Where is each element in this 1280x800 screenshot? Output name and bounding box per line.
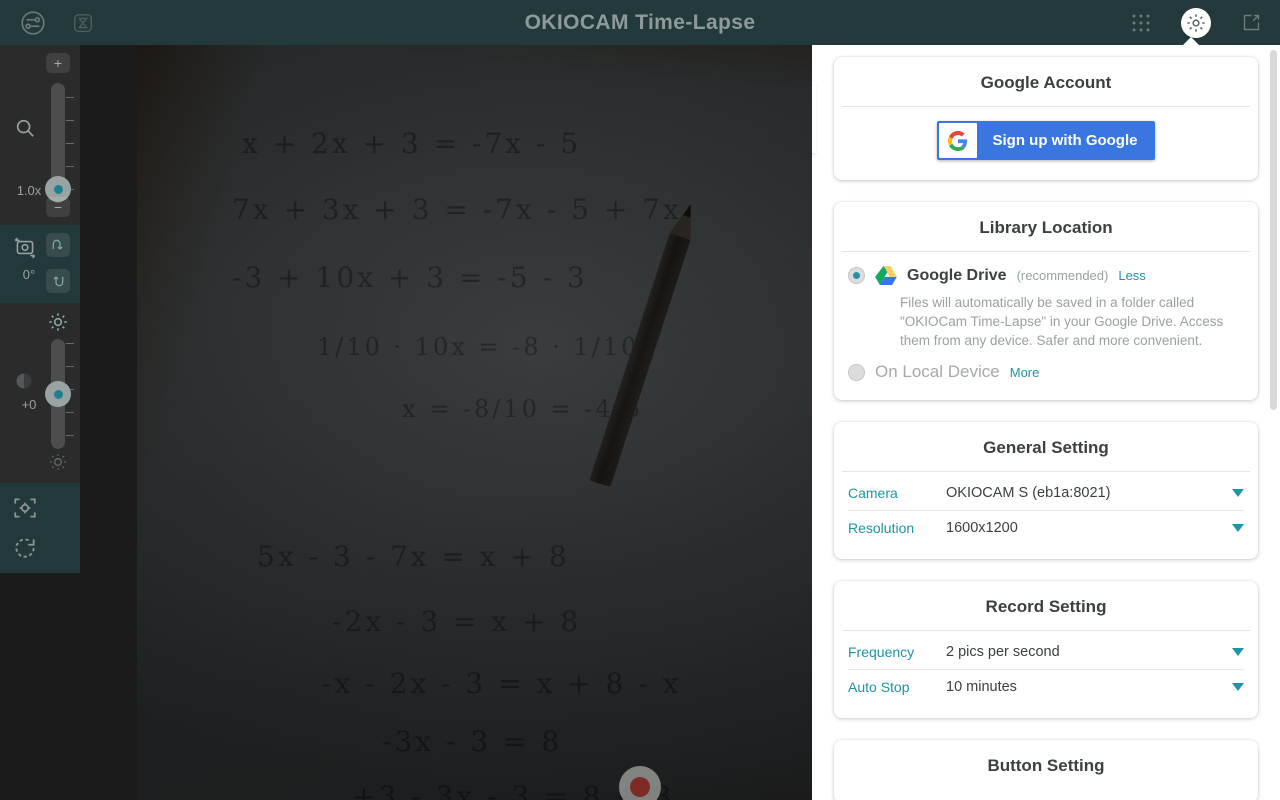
chevron-down-icon[interactable] xyxy=(1232,648,1244,657)
handwriting-line: -x - 2x - 3 = x + 8 - x xyxy=(322,667,682,700)
sun-bright-icon[interactable] xyxy=(46,309,70,335)
handwriting-line: x + 2x + 3 = -7x - 5 xyxy=(242,127,582,160)
general-setting-card: General Setting Camera OKIOCAM S (eb1a:8… xyxy=(834,422,1258,560)
library-option-less-link[interactable]: Less xyxy=(1118,268,1145,283)
handwriting-line: -3 + 10x + 3 = -5 - 3 xyxy=(232,261,588,294)
setting-value: 2 pics per second xyxy=(946,644,1060,661)
app-header: OKIOCAM Time-Lapse xyxy=(0,0,1280,45)
library-option-label: On Local Device xyxy=(875,362,1000,382)
radio-google-drive[interactable] xyxy=(848,267,865,284)
reset-icon[interactable] xyxy=(12,535,38,561)
handwriting-line: 5x - 3 - 7x = x + 8 xyxy=(257,540,570,573)
handwriting-line: 7x + 3x + 3 = -7x - 5 + 7x xyxy=(232,193,682,226)
handwriting-line: -3x - 3 = 8 xyxy=(382,725,563,758)
settings-panel-content: Google Account Sign up with Google Libra… xyxy=(812,45,1280,800)
google-account-title: Google Account xyxy=(842,57,1250,107)
button-setting-card: Button Setting xyxy=(834,740,1258,800)
sign-up-with-google-button[interactable]: Sign up with Google xyxy=(936,121,1156,160)
zoom-out-button[interactable]: − xyxy=(46,197,70,217)
focus-control-group xyxy=(0,483,80,573)
record-setting-title: Record Setting xyxy=(842,581,1250,632)
record-dot-icon xyxy=(630,777,650,797)
setting-row-camera[interactable]: Camera OKIOCAM S (eb1a:8021) xyxy=(848,476,1244,512)
chevron-down-icon[interactable] xyxy=(1232,683,1244,692)
google-g-icon xyxy=(938,123,977,158)
setting-value: 1600x1200 xyxy=(946,520,1018,537)
rotate-counterclockwise-icon[interactable] xyxy=(46,269,70,293)
google-account-card: Google Account Sign up with Google xyxy=(834,57,1258,180)
library-option-more-link[interactable]: More xyxy=(1010,365,1040,380)
setting-row-resolution[interactable]: Resolution 1600x1200 xyxy=(848,511,1244,545)
library-option-note: (recommended) xyxy=(1016,268,1109,283)
brightness-slider-thumb[interactable] xyxy=(45,381,71,407)
handwriting-line: x = -8/10 = -4/5 xyxy=(402,395,644,423)
setting-value: 10 minutes xyxy=(946,679,1017,696)
chevron-down-icon[interactable] xyxy=(1232,524,1244,533)
setting-label: Auto Stop xyxy=(848,679,910,696)
setting-label: Camera xyxy=(848,485,898,502)
setting-label: Resolution xyxy=(848,520,915,537)
contrast-icon xyxy=(14,371,34,391)
radio-local-device[interactable] xyxy=(848,363,865,381)
app-root: OKIOCAM Time-Lapse x + 2x + 3 = -7x - 5 … xyxy=(0,0,1280,800)
page-title: OKIOCAM Time-Lapse xyxy=(524,10,756,34)
setting-value: OKIOCAM S (eb1a:8021) xyxy=(946,485,1111,502)
record-setting-card: Record Setting Frequency 2 pics per seco… xyxy=(834,581,1258,719)
focus-frame-icon[interactable] xyxy=(12,495,38,521)
button-setting-title: Button Setting xyxy=(987,756,1105,776)
brightness-control-group: +0 xyxy=(0,303,80,483)
rotation-control-group: 0° xyxy=(0,225,80,303)
library-option-label: Google Drive xyxy=(907,266,1007,284)
setting-label: Frequency xyxy=(848,644,915,661)
zoom-control-group: 1.0x + − xyxy=(0,45,80,225)
magnifier-icon xyxy=(14,117,36,139)
sign-up-with-google-label: Sign up with Google xyxy=(992,132,1138,149)
camera-controls-toolbar: 1.0x + − 0° +0 xyxy=(0,45,80,573)
library-location-card: Library Location Google Drive (recommend… xyxy=(834,202,1258,401)
library-location-title: Library Location xyxy=(842,202,1250,252)
library-option-local-device[interactable]: On Local Device More xyxy=(848,360,1244,386)
camera-rotate-icon xyxy=(12,235,38,261)
library-option-google-drive[interactable]: Google Drive (recommended) Less xyxy=(848,264,1244,285)
rotate-clockwise-icon[interactable] xyxy=(46,233,70,257)
apps-grid-icon[interactable] xyxy=(1131,13,1151,33)
chevron-down-icon[interactable] xyxy=(1232,489,1244,498)
record-button[interactable] xyxy=(619,766,661,800)
gear-icon[interactable] xyxy=(1181,7,1211,38)
panel-pointer-caret xyxy=(1182,37,1200,46)
setting-row-frequency[interactable]: Frequency 2 pics per second xyxy=(848,635,1244,671)
zoom-in-button[interactable]: + xyxy=(46,53,70,73)
handwriting-line: 1/10 · 10x = -8 · 1/10 xyxy=(317,333,640,361)
external-link-icon[interactable] xyxy=(1241,12,1262,33)
google-drive-icon xyxy=(875,266,897,285)
setting-row-auto-stop[interactable]: Auto Stop 10 minutes xyxy=(848,670,1244,704)
library-option-description: Files will automatically be saved in a f… xyxy=(900,295,1224,349)
settings-panel: Google Account Sign up with Google Libra… xyxy=(812,45,1280,800)
handwriting-line: -2x - 3 = x + 8 xyxy=(332,605,582,638)
general-setting-title: General Setting xyxy=(842,422,1250,473)
sun-dim-icon[interactable] xyxy=(46,449,70,475)
